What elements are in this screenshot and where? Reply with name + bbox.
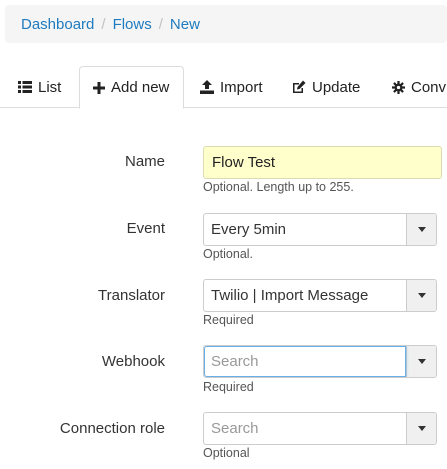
tab-list-label: List (38, 78, 62, 96)
connection-role-label: Connection role (59, 420, 165, 437)
breadcrumb: Dashboard / Flows / New (5, 5, 447, 43)
plus-icon (93, 81, 105, 94)
tab-import[interactable]: Import (200, 66, 263, 108)
connection-role-dropdown-toggle[interactable] (406, 413, 436, 444)
translator-label: Translator (98, 287, 165, 304)
translator-select[interactable]: Twilio | Import Message (203, 279, 437, 312)
breadcrumb-flows[interactable]: Flows (113, 16, 152, 33)
breadcrumb-new[interactable]: New (170, 16, 200, 33)
breadcrumb-separator: / (101, 15, 106, 33)
upload-icon (200, 80, 214, 94)
action-tabs: List Add new Import Update Conv (0, 66, 447, 109)
webhook-search-focus-ring (204, 346, 406, 377)
tab-convert-label: Conv (411, 78, 447, 96)
connection-role-search-input[interactable]: Search (204, 420, 406, 437)
chevron-down-icon (417, 227, 426, 232)
webhook-select[interactable]: Search (203, 345, 437, 378)
tab-add-new[interactable]: Add new (79, 66, 185, 109)
chevron-down-icon (417, 359, 426, 364)
webhook-dropdown-toggle[interactable] (406, 346, 436, 377)
tab-convert[interactable]: Conv (392, 66, 446, 108)
translator-selected-value: Twilio | Import Message (211, 287, 369, 304)
list-icon (18, 81, 32, 93)
chevron-down-icon (417, 293, 426, 298)
breadcrumb-dashboard[interactable]: Dashboard (21, 16, 94, 33)
event-select[interactable]: Every 5min (203, 213, 437, 246)
tab-import-label: Import (220, 78, 263, 96)
tab-add-new-label: Add new (111, 79, 170, 96)
tab-list[interactable]: List (18, 66, 61, 108)
gear-icon (392, 80, 405, 94)
event-help: Optional. (203, 247, 254, 261)
translator-help: Required (203, 313, 254, 327)
translator-dropdown-toggle[interactable] (406, 280, 436, 311)
event-dropdown-toggle[interactable] (406, 214, 436, 245)
connection-role-select[interactable]: Search (203, 412, 437, 445)
event-label: Event (126, 220, 165, 237)
name-help: Optional. Length up to 255. (203, 180, 354, 194)
event-selected-value: Every 5min (211, 221, 287, 238)
webhook-help: Required (203, 380, 254, 394)
tab-update[interactable]: Update (292, 66, 360, 108)
name-label: Name (124, 153, 165, 170)
tab-update-label: Update (312, 78, 361, 96)
edit-icon (292, 80, 306, 94)
name-input[interactable]: Flow Test (203, 146, 442, 179)
connection-role-help: Optional (203, 446, 250, 460)
webhook-label: Webhook (101, 353, 165, 370)
breadcrumb-separator: / (158, 15, 163, 33)
chevron-down-icon (417, 426, 426, 431)
